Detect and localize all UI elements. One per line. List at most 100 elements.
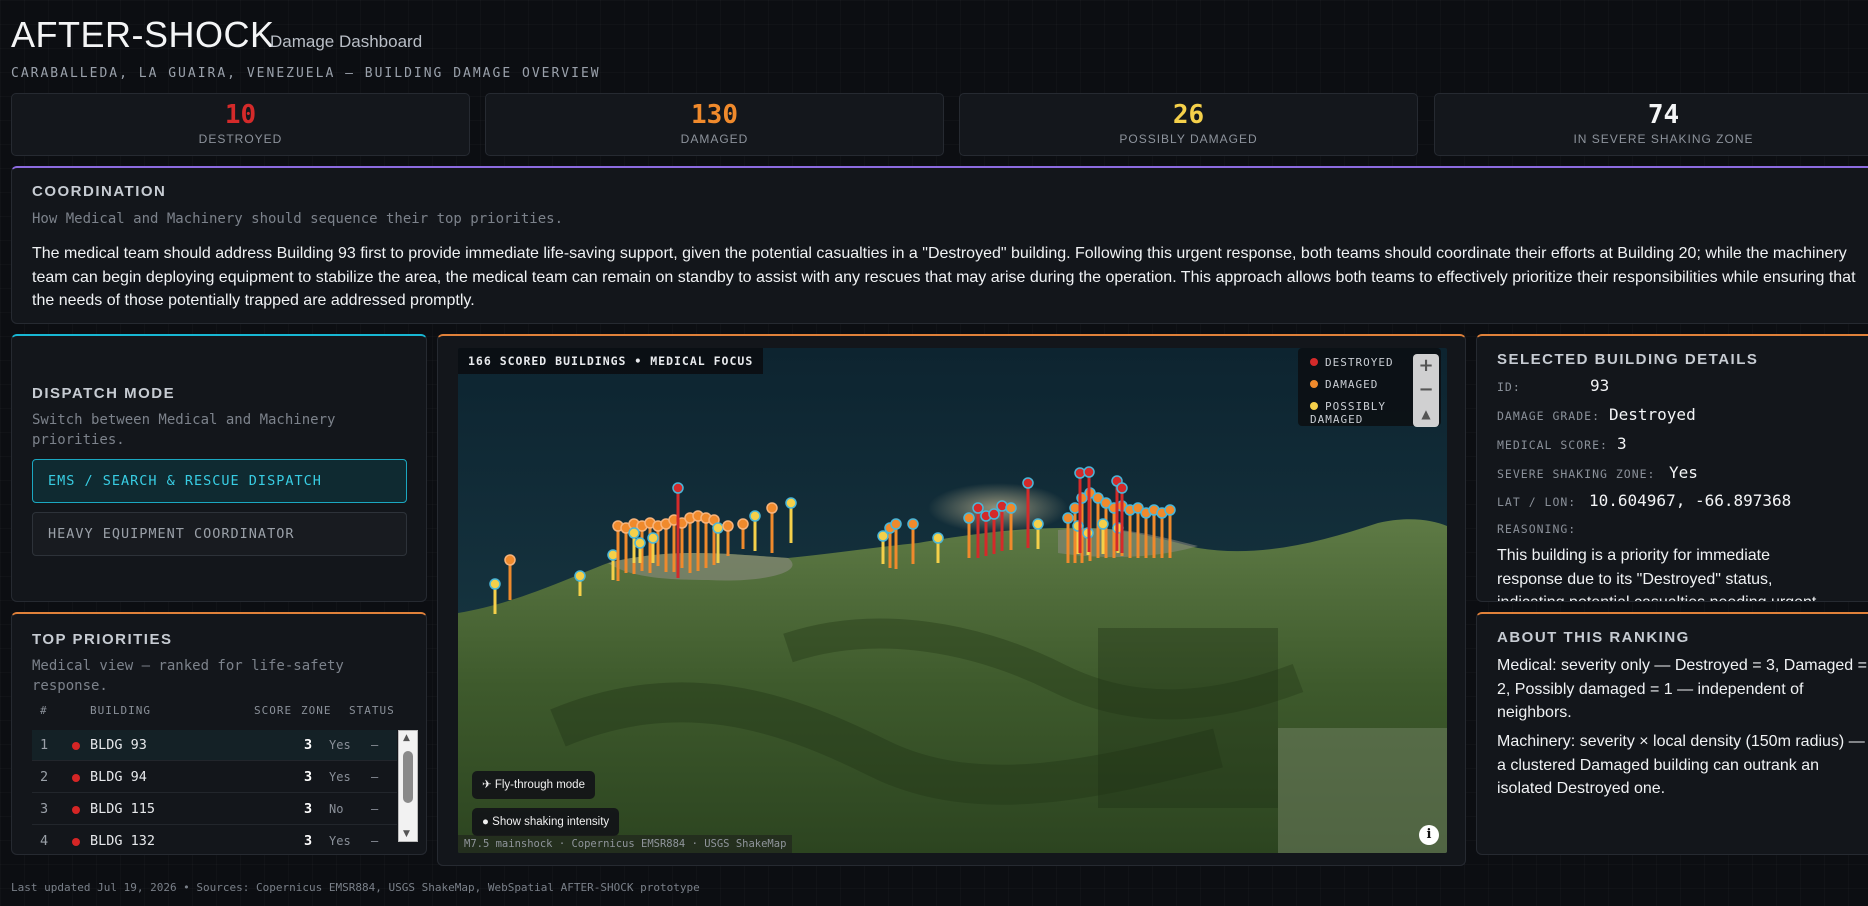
building-pin[interactable]: [1022, 477, 1034, 489]
building-pin[interactable]: [672, 482, 684, 494]
building-pin[interactable]: [749, 510, 761, 522]
dispatch-mode-panel: DISPATCH MODE Switch between Medical and…: [11, 334, 427, 602]
stat-card-destroyed: 10 DESTROYED: [11, 93, 470, 156]
detail-value: 93: [1590, 376, 1610, 395]
building-pin[interactable]: [1116, 482, 1128, 494]
building-pin[interactable]: [963, 512, 975, 524]
building-pin[interactable]: [574, 570, 586, 582]
status: —: [371, 738, 379, 752]
building-pin[interactable]: [1083, 466, 1095, 478]
info-icon[interactable]: i: [1419, 825, 1439, 845]
building-pin[interactable]: [1097, 518, 1109, 530]
detail-label: SEVERE SHAKING ZONE:: [1497, 467, 1656, 481]
rank: 3: [40, 801, 49, 817]
detail-id: ID: 93: [1497, 376, 1609, 395]
scroll-thumb[interactable]: [403, 751, 413, 803]
zoom-in-button[interactable]: +: [1413, 354, 1439, 378]
zoom-out-button[interactable]: −: [1413, 378, 1439, 402]
stat-value: 10: [224, 100, 257, 130]
building-pin[interactable]: [722, 520, 734, 532]
building-pin[interactable]: [1062, 512, 1074, 524]
ems-dispatch-button[interactable]: EMS / SEARCH & RESCUE DISPATCH: [32, 459, 407, 503]
building-name: BLDG 132: [90, 833, 156, 849]
building-pin[interactable]: [1032, 518, 1044, 530]
cloud-shadow: [1098, 628, 1278, 808]
rank: 1: [40, 737, 49, 753]
compass-button[interactable]: ▲: [1413, 402, 1439, 426]
rank: 2: [40, 769, 49, 785]
map-view[interactable]: 166 SCORED BUILDINGS • MEDICAL FOCUS DES…: [458, 348, 1447, 853]
building-pin[interactable]: [737, 518, 749, 530]
flythrough-button[interactable]: ✈ Fly-through mode: [472, 771, 595, 799]
severity-dot-icon: [72, 806, 80, 814]
shaking-label: Show shaking intensity: [492, 816, 610, 828]
table-row[interactable]: 4 BLDG 132 3 Yes —: [32, 826, 397, 854]
building-pin[interactable]: [647, 532, 659, 544]
zone: No: [329, 802, 344, 816]
table-scrollbar[interactable]: ▲ ▼: [398, 730, 418, 842]
building-pin[interactable]: [712, 522, 724, 534]
building-pin[interactable]: [1005, 502, 1017, 514]
detail-score: MEDICAL SCORE: 3: [1497, 434, 1627, 453]
panel-subtitle: Medical view — ranked for life-safety re…: [32, 658, 344, 694]
column-header: #: [40, 704, 48, 717]
coordination-panel: COORDINATION How Medical and Machinery s…: [11, 166, 1868, 324]
shaking-intensity-toggle[interactable]: ● Show shaking intensity: [472, 808, 620, 836]
table-header: # BUILDING SCORE ZONE STATUS: [32, 704, 407, 724]
building-pin[interactable]: [766, 502, 778, 514]
building-name: BLDG 93: [90, 737, 147, 753]
building-pin[interactable]: [785, 497, 797, 509]
building-pin[interactable]: [489, 578, 501, 590]
medical-ranking-text: Medical: severity only — Destroyed = 3, …: [1497, 657, 1867, 721]
machinery-ranking-text: Machinery: severity × local density (150…: [1497, 733, 1865, 797]
panel-subtitle: Switch between Medical and Machinery pri…: [32, 412, 336, 448]
detail-label: MEDICAL SCORE:: [1497, 438, 1608, 452]
legend-label: POSSIBLY DAMAGED: [1310, 400, 1386, 426]
detail-reasoning-label: REASONING:: [1497, 518, 1576, 537]
stat-label: DESTROYED: [198, 132, 283, 146]
column-header: ZONE: [301, 704, 332, 717]
zone: Yes: [329, 738, 351, 752]
table-row[interactable]: 1 BLDG 93 3 Yes —: [32, 730, 397, 761]
score: 3: [304, 769, 313, 785]
building-pin[interactable]: [634, 537, 646, 549]
map-attribution: M7.5 mainshock · Copernicus EMSR884 · US…: [458, 835, 793, 853]
detail-label: REASONING:: [1497, 522, 1577, 536]
building-pin[interactable]: [890, 518, 902, 530]
building-pin[interactable]: [1164, 504, 1176, 516]
detail-zone: SEVERE SHAKING ZONE: Yes: [1497, 463, 1698, 482]
building-pin[interactable]: [628, 527, 640, 539]
status: —: [371, 834, 379, 848]
toggle-dot-icon: ●: [482, 816, 489, 828]
map-badge: 166 SCORED BUILDINGS • MEDICAL FOCUS: [458, 348, 764, 374]
detail-label: DAMAGE GRADE:: [1497, 409, 1601, 423]
map-panel: 166 SCORED BUILDINGS • MEDICAL FOCUS DES…: [437, 334, 1466, 866]
detail-value: Destroyed: [1609, 405, 1696, 424]
selected-building-panel: SELECTED BUILDING DETAILS ID: 93 DAMAGE G…: [1476, 334, 1868, 602]
column-header: BUILDING: [90, 704, 151, 717]
panel-title: SELECTED BUILDING DETAILS: [1497, 351, 1759, 368]
table-row[interactable]: 3 BLDG 115 3 No —: [32, 794, 397, 825]
building-pin[interactable]: [988, 508, 1000, 520]
building-pin[interactable]: [932, 532, 944, 544]
building-pin[interactable]: [907, 518, 919, 530]
building-pin[interactable]: [972, 502, 984, 514]
damaged-dot-icon: [1310, 380, 1318, 388]
scroll-up-icon[interactable]: ▲: [403, 733, 410, 743]
building-pin[interactable]: [504, 554, 516, 566]
legend-label: DESTROYED: [1325, 356, 1394, 369]
scroll-down-icon[interactable]: ▼: [403, 829, 410, 839]
table-row[interactable]: 2 BLDG 94 3 Yes —: [32, 762, 397, 793]
heavy-equipment-button[interactable]: HEAVY EQUIPMENT COORDINATOR: [32, 512, 407, 556]
destroyed-dot-icon: [1310, 358, 1318, 366]
panel-title: DISPATCH MODE: [32, 385, 176, 402]
stat-card-possibly-damaged: 26 POSSIBLY DAMAGED: [959, 93, 1418, 156]
severity-dot-icon: [72, 838, 80, 846]
app-title: AFTER-SHOCK: [11, 14, 275, 55]
stat-value: 26: [1172, 100, 1205, 130]
building-name: BLDG 94: [90, 769, 147, 785]
score: 3: [304, 833, 313, 849]
score: 3: [304, 737, 313, 753]
airplane-icon: ✈: [482, 779, 492, 791]
detail-value: 3: [1617, 434, 1627, 453]
